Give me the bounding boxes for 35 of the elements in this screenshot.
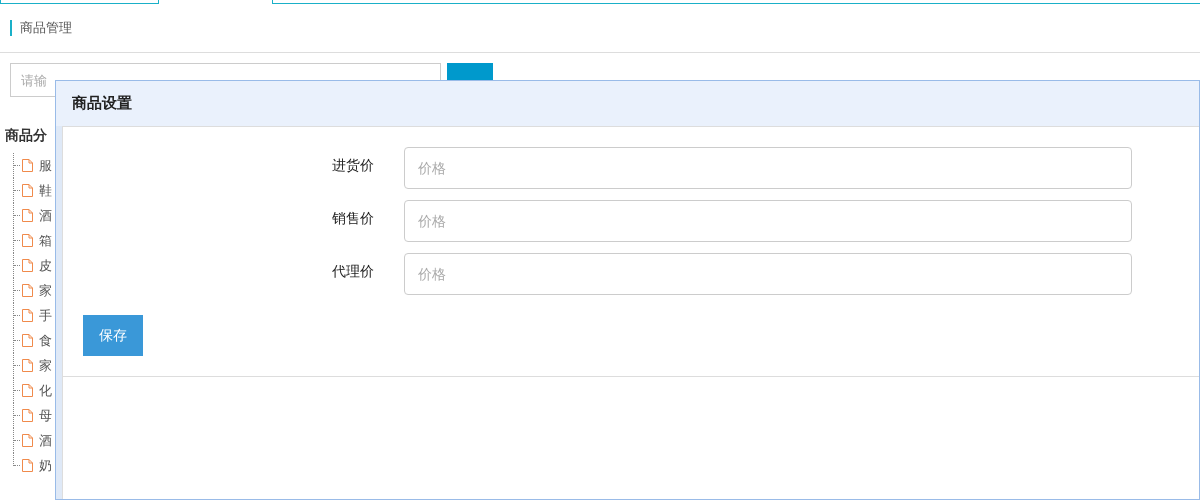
tree-item[interactable]: 箱 bbox=[39, 230, 52, 251]
file-icon bbox=[22, 284, 33, 297]
tree-item[interactable]: 皮 bbox=[39, 255, 52, 276]
tree-item[interactable]: 化 bbox=[39, 380, 52, 401]
price-field[interactable]: 价格 bbox=[404, 200, 1132, 242]
file-icon bbox=[22, 159, 33, 172]
tree-item[interactable]: 鞋 bbox=[39, 180, 52, 201]
tree-item[interactable]: 服 bbox=[39, 155, 52, 176]
file-icon bbox=[22, 209, 33, 222]
file-icon bbox=[22, 234, 33, 247]
tree-item[interactable]: 酒 bbox=[39, 205, 52, 226]
file-icon bbox=[22, 434, 33, 447]
file-icon bbox=[22, 184, 33, 197]
dialog-title: 商品设置 bbox=[72, 93, 132, 114]
page-title: 商品管理 bbox=[20, 19, 72, 38]
file-icon bbox=[22, 309, 33, 322]
price-field[interactable]: 价格 bbox=[404, 147, 1132, 189]
tree-item[interactable]: 奶 bbox=[39, 455, 52, 476]
field-label: 进货价 bbox=[331, 156, 374, 175]
tree-item[interactable]: 家 bbox=[39, 355, 52, 376]
tree-item[interactable]: 手 bbox=[39, 305, 52, 326]
tree-item[interactable]: 母 bbox=[39, 405, 52, 426]
price-field[interactable]: 价格 bbox=[404, 253, 1132, 295]
file-icon bbox=[22, 334, 33, 347]
category-heading: 商品分 bbox=[5, 126, 48, 145]
file-icon bbox=[22, 409, 33, 422]
file-icon bbox=[22, 359, 33, 372]
field-label: 销售价 bbox=[331, 209, 374, 228]
tree-item[interactable]: 家 bbox=[39, 280, 52, 301]
tree-item[interactable]: 食 bbox=[39, 330, 52, 351]
file-icon bbox=[22, 259, 33, 272]
field-label: 代理价 bbox=[331, 262, 374, 281]
file-icon bbox=[22, 459, 33, 472]
file-icon bbox=[22, 384, 33, 397]
tree-item[interactable]: 酒 bbox=[39, 430, 52, 451]
